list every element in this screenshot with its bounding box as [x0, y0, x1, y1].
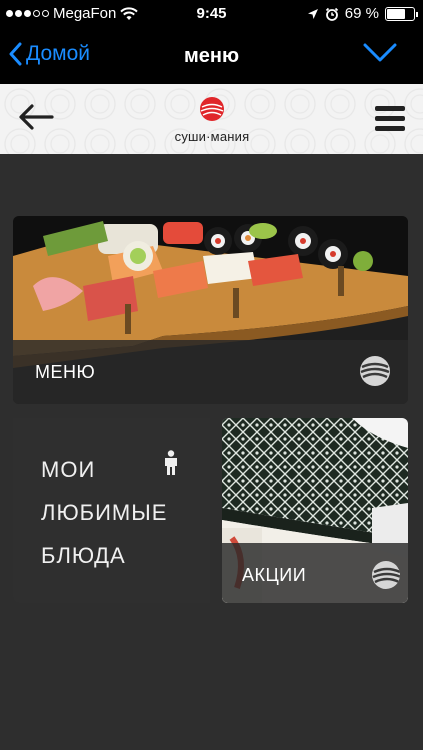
menu-tile-caption: МЕНЮ — [13, 340, 408, 404]
battery-fill — [387, 8, 405, 19]
menu-tile-label: МЕНЮ — [35, 362, 96, 382]
battery-icon — [385, 6, 418, 21]
status-right: 69 % — [307, 5, 418, 22]
promotions-tile[interactable]: АКЦИИ — [222, 418, 408, 603]
favorites-tile-label: МОИ ЛЮБИМЫЕ БЛЮДА — [41, 448, 167, 577]
logo-text: суши·мания — [174, 129, 250, 144]
person-icon — [165, 450, 177, 475]
app-header: суши·мания — [0, 84, 423, 154]
alarm-clock-icon — [325, 7, 338, 21]
battery-percent: 69 % — [344, 5, 379, 22]
nav-chevron-down-button[interactable] — [363, 42, 397, 69]
menu-tile[interactable]: МЕНЮ — [13, 216, 408, 404]
logo: суши·мания — [162, 96, 262, 144]
nav-bar: Домой меню — [0, 28, 423, 84]
hamburger-menu-button[interactable] — [375, 106, 405, 136]
header-back-button[interactable] — [18, 104, 54, 135]
favorites-line-1: МОИ — [41, 457, 96, 482]
favorites-tile[interactable]: МОИ ЛЮБИМЫЕ БЛЮДА — [13, 418, 210, 603]
arrow-left-icon — [19, 104, 54, 130]
status-bar: MegaFon 9:45 69 % — [0, 0, 423, 28]
logo-sun-icon — [200, 97, 224, 121]
nav-title: меню — [183, 45, 240, 67]
favorites-line-3: БЛЮДА — [41, 543, 126, 568]
promotions-tile-label: АКЦИИ — [242, 565, 307, 585]
chevron-down-icon — [363, 43, 397, 62]
favorites-line-2: ЛЮБИМЫЕ — [41, 500, 168, 525]
wave-logo-icon — [372, 561, 400, 589]
wave-logo-icon — [360, 356, 390, 386]
promotions-tile-caption: АКЦИИ — [222, 543, 408, 603]
location-arrow-icon — [307, 8, 318, 19]
